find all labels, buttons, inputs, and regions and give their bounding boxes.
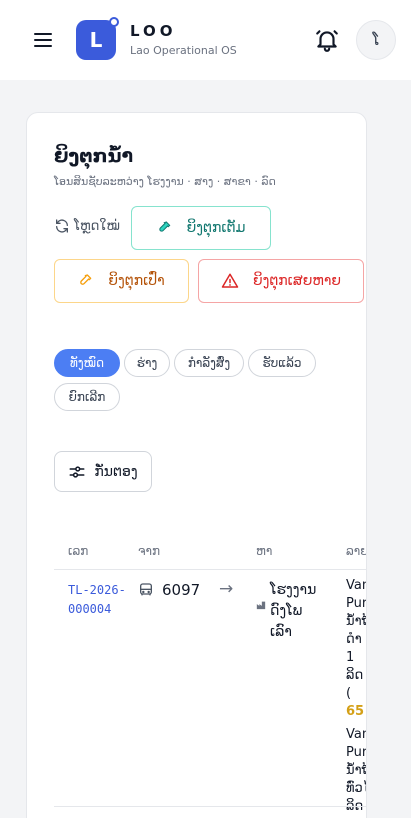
sliders-icon — [68, 463, 86, 481]
from-cell: 6097 — [138, 581, 200, 599]
factory-icon — [256, 600, 266, 610]
transfer-card: ຍິງຕຸກນ້ຳ ໂອນສິນຊັບລະຫວ່າງ ໂຮງງານ · ສາງ … — [26, 112, 367, 818]
bottle-icon — [157, 220, 173, 236]
arrow-right-icon: → — [219, 579, 234, 599]
to-location: ໂຮງງານດົງໂພເລົາ — [270, 582, 317, 640]
refresh-icon — [54, 218, 70, 234]
item-line: Van Pur ນ້ຳຖ້ ດຳ 1 ລິດ ( 65 — [346, 577, 367, 721]
logo-badge: L — [76, 17, 119, 60]
scan-damaged-label: ຍິງຕຸກເສຍຫາຍ — [252, 273, 342, 289]
avatar-initial: ໂ — [372, 31, 380, 49]
th-ref: ເລກ — [68, 544, 89, 558]
warning-icon — [221, 272, 239, 290]
page-title: ຍິງຕຸກນ້ຳ — [54, 145, 134, 167]
chip-cancelled[interactable]: ຍົກເລີກ — [54, 383, 120, 411]
th-from: ຈາກ — [138, 544, 161, 558]
item-text: Van Pur ນ້ຳຖ້ ດຳ 1 ລິດ ( — [346, 578, 367, 701]
th-to: ຫາ — [256, 544, 273, 558]
chip-received[interactable]: ຮັບແລ້ວ — [248, 349, 316, 377]
chip-in-transit[interactable]: ກຳລັງສົ່ງ — [174, 349, 244, 377]
from-vehicle: 6097 — [162, 581, 201, 599]
page-subtitle: ໂອນສິນຊັບລະຫວ່າງ ໂຮງງານ · ສາງ · ສາຂາ · ລ… — [54, 175, 276, 188]
menu-icon[interactable] — [34, 32, 54, 48]
top-bar: L LOO Lao Operational OS ໂ — [0, 0, 411, 80]
row-divider — [54, 806, 366, 807]
chip-all[interactable]: ທັງໝົດ — [54, 349, 120, 377]
scan-full-label: ຍິງຕຸກເຕັມ — [186, 220, 246, 236]
scan-empty-label: ຍິງຕຸກເປົ່າ — [108, 273, 165, 289]
scan-damaged-bottle-button[interactable]: ຍິງຕຸກເສຍຫາຍ — [198, 259, 364, 303]
th-items: ລາຍ — [346, 544, 367, 558]
item-qty: 65 — [346, 704, 365, 719]
logo-dot — [109, 17, 119, 27]
logo-letter: L — [89, 28, 103, 52]
item-line: Van Pur ນ້ຳຖ້ ທົ່ວໄ ລິດ ( 79 — [346, 726, 367, 818]
filter-label: ກັ່ນຕອງ — [94, 463, 138, 480]
refresh-label: ໂຫຼດໃໝ່ — [74, 218, 120, 234]
brand-title: LOO — [130, 22, 177, 40]
transfer-ref-link[interactable]: TL-2026-000004 — [68, 581, 128, 619]
filter-button[interactable]: ກັ່ນຕອງ — [54, 451, 152, 492]
scan-full-bottle-button[interactable]: ຍິງຕຸກເຕັມ — [131, 206, 271, 250]
truck-icon — [138, 582, 154, 598]
brand-subtitle: Lao Operational OS — [130, 44, 237, 57]
avatar[interactable]: ໂ — [356, 20, 396, 60]
scan-empty-bottle-button[interactable]: ຍິງຕຸກເປົ່າ — [54, 259, 189, 303]
table-header-divider — [54, 569, 366, 570]
items-cell: Van Pur ນ້ຳຖ້ ດຳ 1 ລິດ ( 65 Van Pur ນ້ຳຖ… — [346, 577, 367, 818]
item-text: Van Pur ນ້ຳຖ້ ທົ່ວໄ ລິດ ( — [346, 727, 367, 818]
refresh-button[interactable]: ໂຫຼດໃໝ່ — [54, 218, 120, 234]
chip-draft[interactable]: ຮ່າງ — [124, 349, 170, 377]
bell-icon[interactable] — [314, 27, 340, 53]
empty-bottle-icon — [78, 273, 94, 289]
